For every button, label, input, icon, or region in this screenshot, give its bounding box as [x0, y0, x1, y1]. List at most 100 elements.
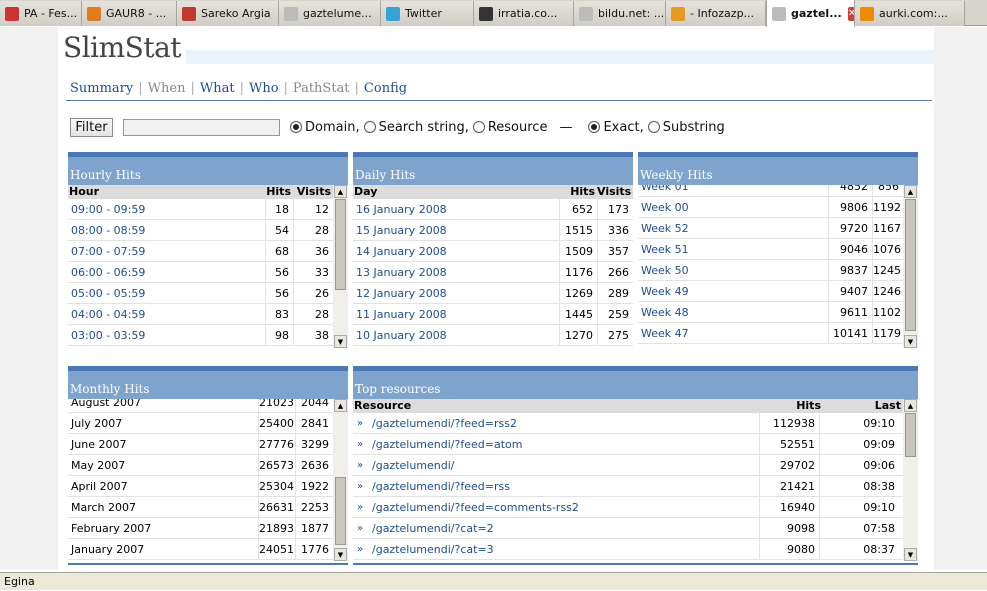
- browser-tab-title: PA - Fes...: [24, 7, 78, 20]
- scroll-up-arrow-icon[interactable]: ▲: [334, 185, 347, 198]
- row-link[interactable]: 04:00 - 04:59: [68, 304, 265, 324]
- scroll-thumb[interactable]: [335, 199, 346, 290]
- nav-separator: |: [138, 81, 143, 96]
- filter-input[interactable]: [123, 118, 280, 136]
- row-link[interactable]: 09:00 - 09:59: [68, 199, 265, 219]
- browser-tab[interactable]: gaztelume...: [279, 1, 381, 26]
- row-link[interactable]: 15 January 2008: [353, 220, 559, 240]
- row-link[interactable]: Week 52: [638, 218, 828, 238]
- resources-scrollbar[interactable]: ▲ ▼: [903, 399, 918, 561]
- row-link[interactable]: 08:00 - 08:59: [68, 220, 265, 240]
- row-link[interactable]: Week 00: [638, 197, 828, 217]
- table-header: Resource Hits Last: [353, 399, 903, 413]
- scroll-down-arrow-icon[interactable]: ▼: [334, 548, 347, 561]
- row-link[interactable]: Week 47: [638, 323, 828, 343]
- row-label: May 2007: [71, 459, 126, 472]
- row-value: 1515: [559, 220, 597, 240]
- scroll-down-arrow-icon[interactable]: ▼: [334, 335, 347, 348]
- row-link[interactable]: 05:00 - 05:59: [68, 283, 265, 303]
- expand-arrow-icon[interactable]: »: [353, 413, 369, 433]
- expand-arrow-icon[interactable]: »: [353, 539, 369, 559]
- column-header-resource: Resource: [354, 399, 412, 412]
- table-row: »/gaztelumendi/?cat=2 9098 07:58: [353, 518, 903, 539]
- scroll-thumb[interactable]: [905, 413, 916, 457]
- browser-tab[interactable]: aurki.com:...: [855, 1, 965, 26]
- row-link[interactable]: 10 January 2008: [353, 325, 559, 345]
- row-link[interactable]: Week 51: [638, 239, 828, 259]
- row-link[interactable]: /gaztelumendi/?feed=rss2: [369, 413, 759, 433]
- row-link[interactable]: Week 50: [638, 260, 828, 280]
- row-link[interactable]: Week 48: [638, 302, 828, 322]
- browser-tab[interactable]: Sareko Argia: [177, 1, 279, 26]
- nav-what[interactable]: What: [200, 81, 235, 96]
- monthly-scrollbar[interactable]: ▲ ▼: [333, 399, 348, 561]
- row-link[interactable]: /gaztelumendi/?feed=atom: [369, 434, 759, 454]
- table-row: February 2007 21893 1877: [68, 518, 333, 539]
- row-link[interactable]: /gaztelumendi/?feed=rss: [369, 476, 759, 496]
- expand-arrow-icon[interactable]: »: [353, 434, 369, 454]
- browser-tab[interactable]: GAUR8 - ...: [82, 1, 177, 26]
- row-link[interactable]: /gaztelumendi/?cat=3: [369, 539, 759, 559]
- scroll-up-arrow-icon[interactable]: ▲: [904, 185, 917, 198]
- browser-tab[interactable]: - Infozazp...: [666, 1, 766, 26]
- browser-tab[interactable]: bildu.net: ...: [574, 1, 666, 26]
- scroll-thumb[interactable]: [905, 199, 916, 331]
- row-link[interactable]: Week 01: [638, 185, 828, 196]
- browser-tab[interactable]: irratia.co...: [474, 1, 574, 26]
- exact-radio[interactable]: [588, 121, 601, 133]
- expand-arrow-icon[interactable]: »: [353, 497, 369, 517]
- row-value: 21421: [759, 476, 819, 496]
- expand-arrow-icon[interactable]: »: [353, 476, 369, 496]
- resource-radio[interactable]: [472, 121, 485, 133]
- scroll-down-arrow-icon[interactable]: ▼: [904, 548, 917, 561]
- scroll-down-arrow-icon[interactable]: ▼: [904, 335, 917, 348]
- scroll-up-arrow-icon[interactable]: ▲: [334, 399, 347, 412]
- row-link[interactable]: 03:00 - 03:59: [68, 325, 265, 345]
- scroll-up-arrow-icon[interactable]: ▲: [904, 399, 917, 412]
- table-row: 08:00 - 08:59 54 28: [68, 220, 333, 241]
- row-link[interactable]: /gaztelumendi/: [369, 455, 759, 475]
- row-link[interactable]: 16 January 2008: [353, 199, 559, 219]
- table-row: »/gaztelumendi/29702 09:06: [353, 455, 903, 476]
- domain-radio[interactable]: [290, 121, 302, 133]
- row-value: 26: [293, 283, 333, 303]
- row-link[interactable]: 07:00 - 07:59: [68, 241, 265, 261]
- substring-radio[interactable]: [647, 121, 660, 133]
- hourly-scrollbar[interactable]: ▲ ▼: [333, 185, 348, 348]
- page-content: SlimStat Summary | When | What | Who | PathStat |…: [0, 27, 987, 570]
- nav-separator: |: [190, 81, 195, 96]
- search-string-radio[interactable]: [363, 121, 376, 133]
- browser-tab[interactable]: Twitter: [381, 1, 474, 26]
- infozazpi-favicon-icon: [671, 6, 685, 21]
- row-link[interactable]: 13 January 2008: [353, 262, 559, 282]
- row-link[interactable]: 06:00 - 06:59: [68, 262, 265, 282]
- close-tab-icon[interactable]: ✕: [847, 6, 854, 21]
- browser-tab[interactable]: PA - Fes...: [0, 1, 82, 26]
- table-row: 07:00 - 07:59 68 36: [68, 241, 333, 262]
- browser-tab[interactable]: gaztel... ✕: [766, 0, 855, 27]
- row-link[interactable]: Week 49: [638, 281, 828, 301]
- nav-summary[interactable]: Summary: [70, 81, 133, 96]
- expand-arrow-icon[interactable]: »: [353, 455, 369, 475]
- weekly-scrollbar[interactable]: ▲ ▼: [903, 185, 918, 348]
- nav-who[interactable]: Who: [249, 81, 279, 96]
- table-row: Week 00 9806 1192: [638, 197, 903, 218]
- row-value: 4852: [828, 185, 872, 196]
- row-link[interactable]: 14 January 2008: [353, 241, 559, 261]
- row-link[interactable]: /gaztelumendi/?cat=2: [369, 518, 759, 538]
- row-value: 21893: [258, 518, 295, 538]
- nav-config[interactable]: Config: [364, 81, 407, 96]
- exact-radio-label: Exact,: [603, 119, 644, 135]
- table-row: 13 January 2008 1176 266: [353, 262, 633, 283]
- row-value: 83: [265, 304, 293, 324]
- table-row: May 2007 26573 2636: [68, 455, 333, 476]
- row-value: 652: [559, 199, 597, 219]
- row-link[interactable]: 11 January 2008: [353, 304, 559, 324]
- row-link[interactable]: 12 January 2008: [353, 283, 559, 303]
- row-link[interactable]: /gaztelumendi/?feed=comments-rss2: [369, 497, 759, 517]
- scroll-thumb[interactable]: [335, 477, 346, 545]
- row-value: 1192: [872, 197, 903, 217]
- main-nav: Summary | When | What | Who | PathStat | Config: [70, 81, 407, 96]
- expand-arrow-icon[interactable]: »: [353, 518, 369, 538]
- filter-button[interactable]: Filter: [70, 117, 113, 137]
